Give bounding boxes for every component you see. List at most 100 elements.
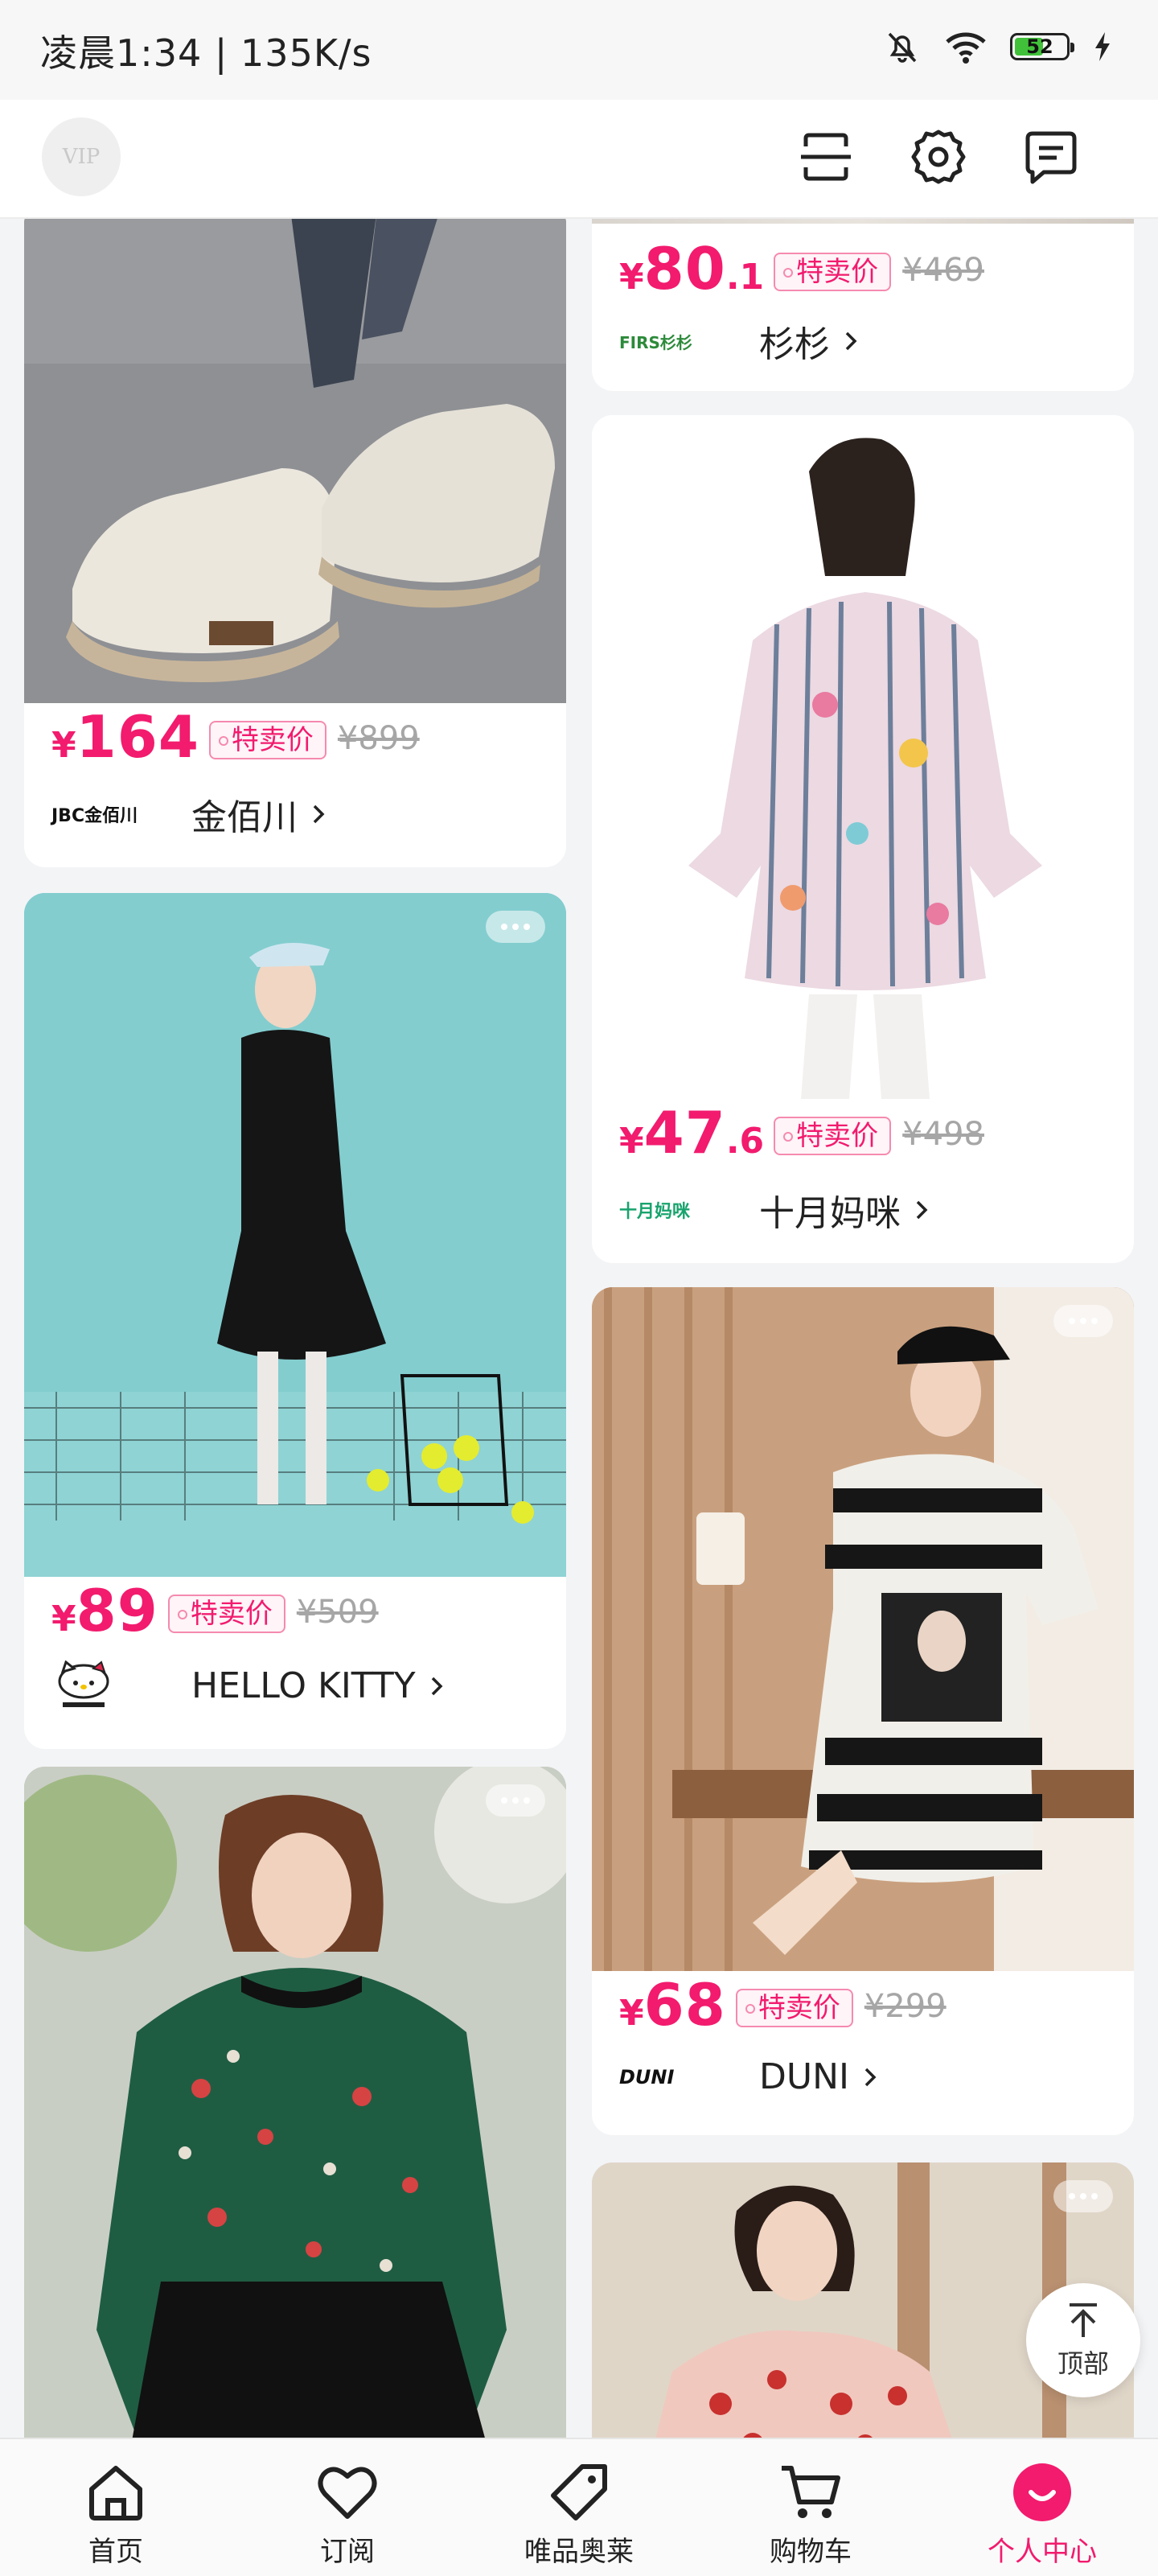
messages-button[interactable] (1015, 121, 1087, 193)
currency-symbol: ¥ (51, 1599, 76, 1640)
price-row: ¥ 89 特卖价 ¥509 (51, 1577, 379, 1644)
product-image[interactable] (592, 415, 1134, 1099)
sale-price: 80 (643, 235, 726, 302)
product-card[interactable]: ¥ 47 .6 特卖价 ¥498 十月妈咪 十月妈咪 (592, 415, 1134, 1263)
striped-dress-image (592, 1287, 1134, 1971)
currency-symbol: ¥ (619, 1121, 644, 1162)
tab-cart[interactable]: 购物车 (730, 2439, 891, 2576)
charging-icon (1095, 32, 1110, 61)
sale-price-decimal: .6 (725, 1121, 765, 1162)
brand-name: DUNI (759, 2056, 849, 2097)
tennis-dress-image (24, 893, 566, 1577)
sale-tag: 特卖价 (774, 253, 892, 291)
original-price: ¥509 (296, 1594, 379, 1631)
brand-logo: 十月妈咪 (619, 1202, 691, 1222)
original-price: ¥498 (902, 1116, 984, 1153)
brand-name: 十月妈咪 (759, 1193, 901, 1234)
currency-symbol: ¥ (619, 1993, 644, 2034)
brand-logo: DUNI (619, 2065, 675, 2088)
chevron-right-icon (431, 1677, 443, 1695)
top-bar: VIP (0, 100, 1158, 219)
product-card[interactable] (24, 1767, 566, 2438)
price-row: ¥ 80 .1 特卖价 ¥469 (619, 235, 984, 302)
original-price: ¥299 (864, 1988, 947, 2025)
brand-row[interactable]: JBC金佰川 金佰川 (51, 788, 326, 840)
brand-name: 杉杉 (759, 324, 830, 365)
product-feed[interactable]: ¥ 80 .1 特卖价 ¥469 FIRS杉杉 杉杉 ¥ 164 特卖价 ¥89… (0, 219, 1158, 2438)
heart-icon (318, 2467, 377, 2519)
sale-tag: 特卖价 (735, 1989, 853, 2027)
product-image[interactable] (24, 219, 566, 703)
tab-label: 个人中心 (988, 2536, 1097, 2568)
status-time: 凌晨1:34 | 135K/s (40, 31, 372, 75)
status-icons: 52 (883, 27, 1113, 66)
tab-home[interactable]: 首页 (35, 2439, 196, 2576)
sale-price: 89 (76, 1577, 158, 1644)
brand-name: HELLO KITTY (191, 1665, 416, 1706)
tab-label: 首页 (88, 2536, 143, 2568)
tag-icon (551, 2464, 607, 2520)
home-icon (89, 2466, 142, 2520)
cart-icon (782, 2466, 840, 2518)
scan-icon (801, 133, 851, 181)
gear-icon (911, 130, 966, 184)
vip-avatar[interactable]: VIP (42, 117, 121, 196)
scan-button[interactable] (790, 121, 862, 193)
product-card[interactable]: ¥ 89 特卖价 ¥509 HELLO KITTY (24, 893, 566, 1749)
sale-tag: 特卖价 (167, 1595, 285, 1633)
tab-outlet[interactable]: 唯品奥莱 (499, 2439, 659, 2576)
brand-row[interactable]: FIRS杉杉 杉杉 (619, 315, 859, 367)
product-image[interactable] (24, 1767, 566, 2438)
leopard-blouse-image (24, 1767, 566, 2438)
product-image[interactable] (592, 219, 1134, 224)
profile-icon (1013, 2463, 1071, 2521)
more-options-button[interactable] (486, 1784, 545, 1817)
arrow-to-top-icon (1070, 2303, 1097, 2337)
battery-level: 52 (1026, 35, 1053, 58)
original-price: ¥469 (902, 252, 984, 289)
tab-label: 唯品奥莱 (524, 2536, 634, 2568)
tab-label: 购物车 (770, 2536, 852, 2568)
tab-profile[interactable]: 个人中心 (962, 2439, 1123, 2576)
product-image[interactable] (592, 1287, 1134, 1971)
bottom-tab-bar: 首页 订阅 唯品奥莱 购物车 个人中心 (0, 2438, 1158, 2576)
currency-symbol: ¥ (51, 725, 76, 766)
settings-button[interactable] (902, 121, 975, 193)
product-image[interactable] (24, 893, 566, 1577)
status-bar: 凌晨1:34 | 135K/s 52 (0, 0, 1158, 100)
chevron-right-icon (864, 2068, 877, 2086)
brand-row[interactable]: HELLO KITTY (51, 1660, 445, 1707)
brand-row[interactable]: 十月妈咪 十月妈咪 (619, 1184, 930, 1236)
brand-name: 金佰川 (191, 797, 298, 838)
more-options-button[interactable] (1053, 1305, 1113, 1337)
floral-blouse-image (592, 415, 1134, 1099)
brand-row[interactable]: DUNI DUNI (619, 2056, 878, 2097)
message-icon (1025, 131, 1077, 184)
more-options-button[interactable] (1053, 2180, 1113, 2212)
sale-tag: 特卖价 (208, 721, 326, 759)
product-card[interactable]: ¥ 80 .1 特卖价 ¥469 FIRS杉杉 杉杉 (592, 219, 1134, 391)
brand-logo: JBC金佰川 (51, 806, 138, 826)
tab-subscribe[interactable]: 订阅 (267, 2439, 428, 2576)
tab-label: 订阅 (320, 2536, 375, 2568)
back-to-top-label: 顶部 (1057, 2348, 1109, 2379)
more-options-button[interactable] (1053, 433, 1113, 465)
mute-bell-icon (888, 32, 917, 63)
chevron-right-icon (916, 1200, 928, 1220)
chevron-right-icon (313, 804, 325, 824)
hello-kitty-logo-icon (58, 1660, 109, 1707)
price-row: ¥ 68 特卖价 ¥299 (619, 1971, 947, 2039)
chevron-right-icon (845, 331, 857, 351)
original-price: ¥899 (337, 720, 420, 757)
sale-price: 164 (76, 703, 199, 771)
price-row: ¥ 164 特卖价 ¥899 (51, 703, 420, 771)
price-row: ¥ 47 .6 特卖价 ¥498 (619, 1099, 984, 1167)
sale-price: 47 (643, 1099, 726, 1167)
sale-tag: 特卖价 (774, 1117, 892, 1155)
back-to-top-button[interactable]: 顶部 (1026, 2283, 1140, 2397)
sale-price-decimal: .1 (725, 257, 765, 298)
product-card[interactable]: ¥ 164 特卖价 ¥899 JBC金佰川 金佰川 (24, 219, 566, 867)
more-options-button[interactable] (486, 911, 545, 943)
sale-price: 68 (643, 1971, 726, 2039)
product-card[interactable]: ¥ 68 特卖价 ¥299 DUNI DUNI (592, 1287, 1134, 2135)
